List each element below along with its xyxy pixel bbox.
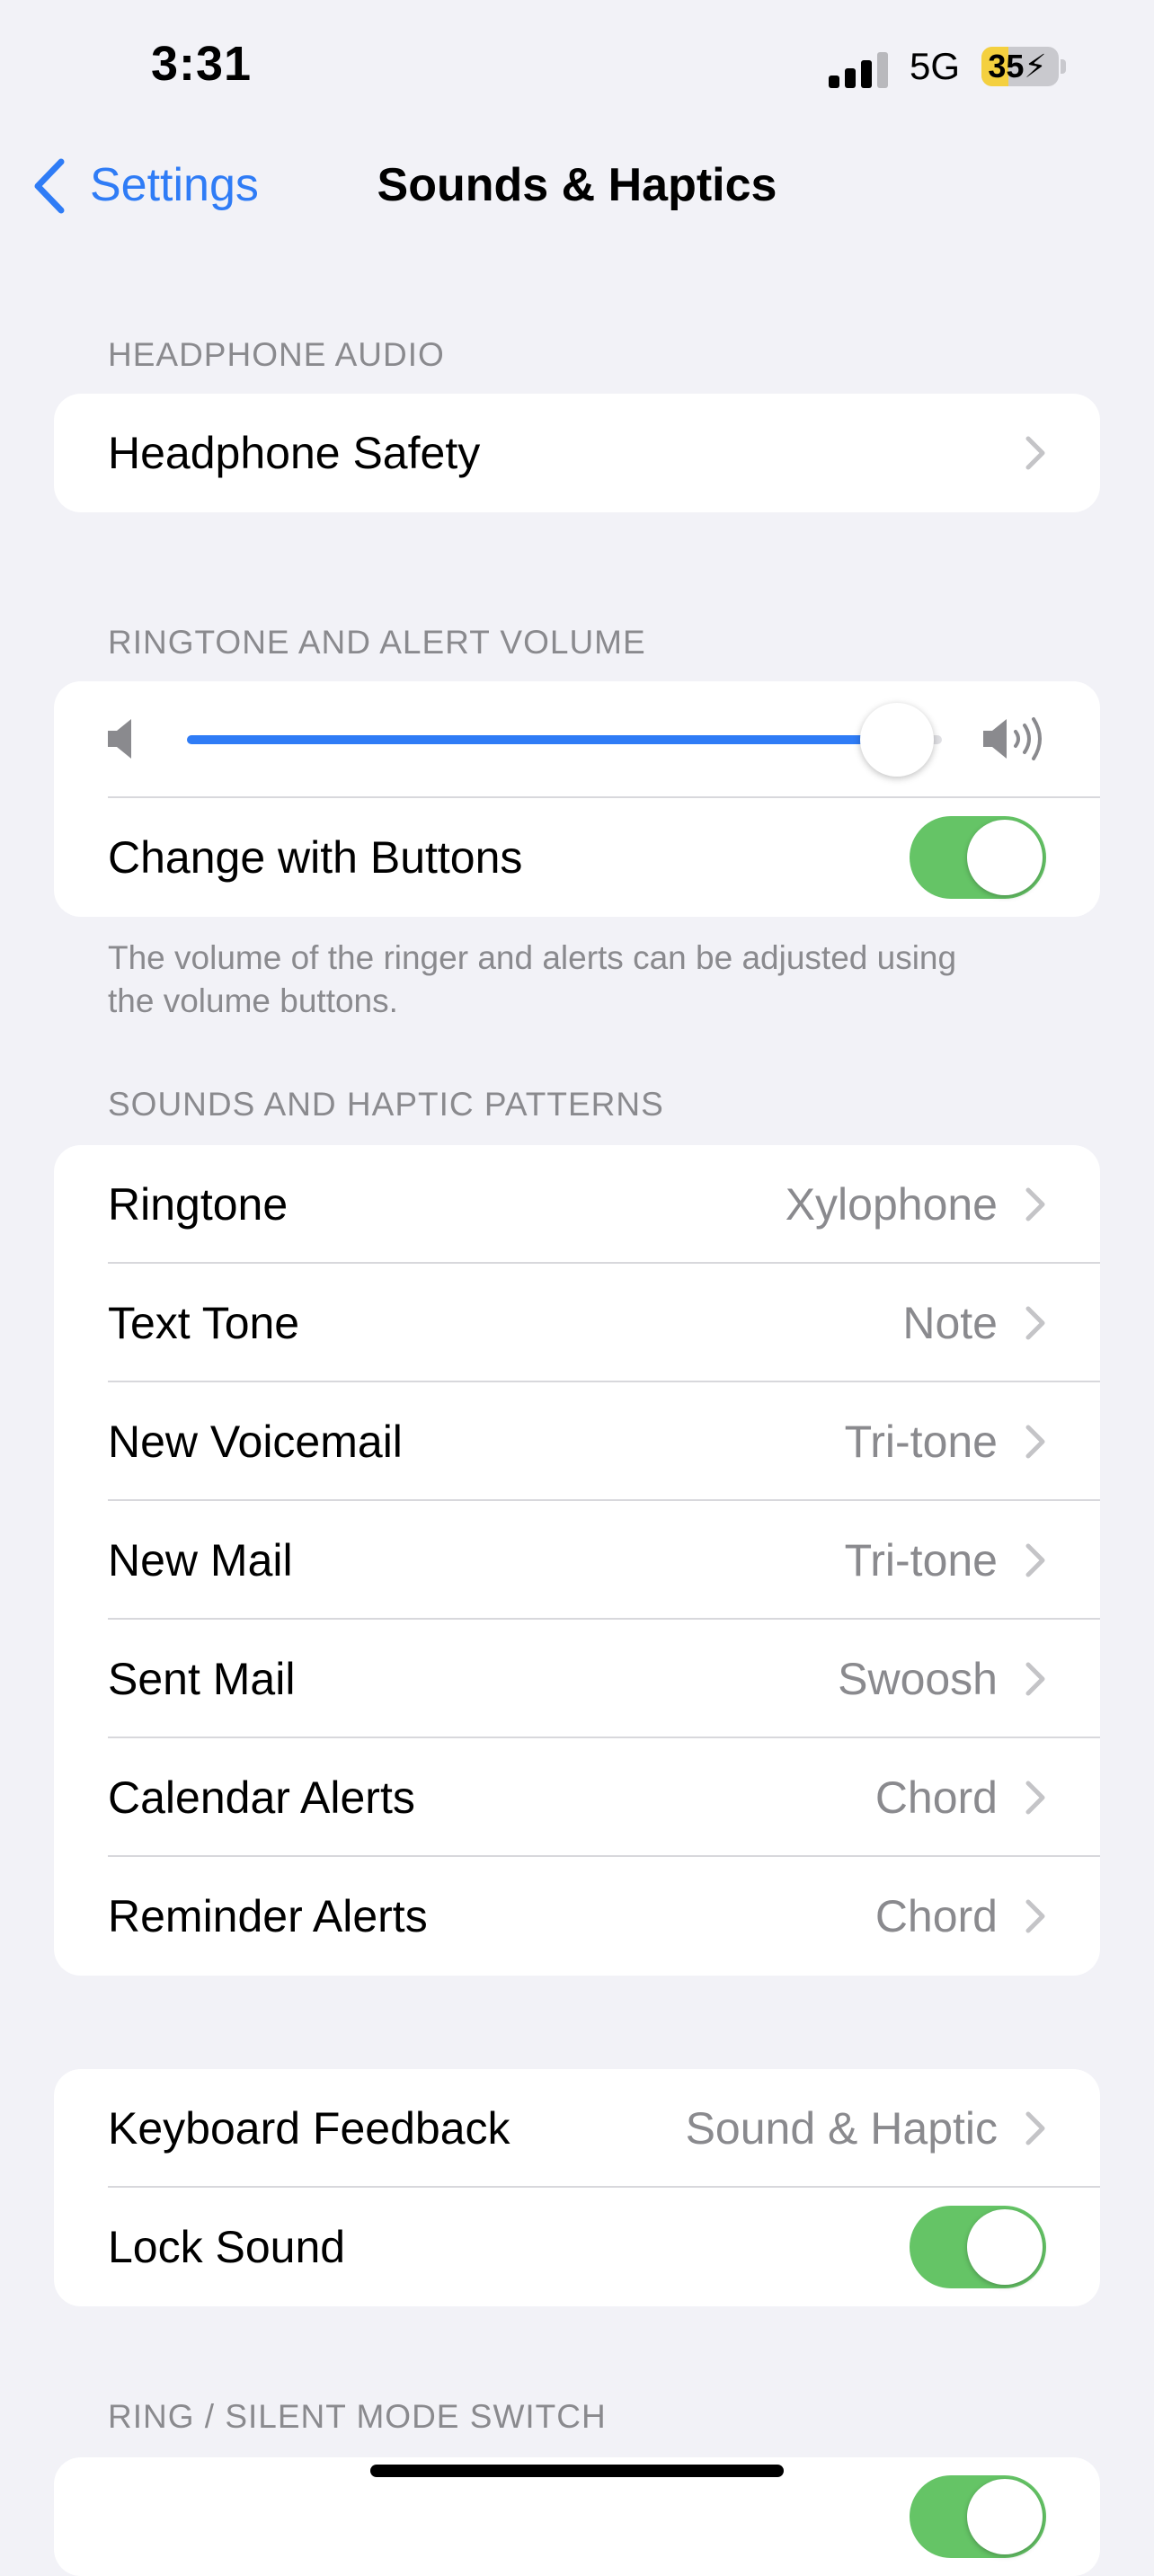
new-voicemail-row[interactable]: New Voicemail Tri-tone (54, 1382, 1100, 1501)
chevron-right-icon (1025, 1306, 1045, 1340)
volume-slider-thumb[interactable] (859, 703, 934, 777)
network-type: 5G (910, 45, 961, 87)
battery-percent: 35⚡ (988, 48, 1047, 84)
volume-slider-fill (187, 735, 897, 744)
row-label: Reminder Alerts (108, 1891, 428, 1941)
row-value: Chord (874, 1891, 998, 1941)
row-label: Text Tone (108, 1298, 300, 1348)
volume-footer-text: The volume of the ringer and alerts can … (108, 939, 957, 1019)
lock-sound-toggle[interactable] (910, 2206, 1046, 2288)
volume-card: Change with Buttons (54, 681, 1100, 917)
chevron-right-icon (1025, 2111, 1045, 2145)
text-tone-row[interactable]: Text Tone Note (54, 1264, 1100, 1382)
row-label: Lock Sound (108, 2222, 346, 2272)
chevron-right-icon (1025, 1543, 1045, 1577)
row-value: Tri-tone (844, 1535, 998, 1586)
ring-silent-toggle[interactable] (910, 2475, 1046, 2558)
chevron-right-icon (1025, 1899, 1045, 1933)
row-label: Keyboard Feedback (108, 2103, 510, 2154)
battery-nub (1061, 59, 1066, 74)
status-time: 3:31 (151, 37, 253, 91)
toggle-knob (967, 820, 1043, 895)
row-label: Ringtone (108, 1179, 288, 1230)
keyboard-feedback-row[interactable]: Keyboard Feedback Sound & Haptic (54, 2069, 1100, 2188)
row-label: Sent Mail (108, 1654, 296, 1704)
speaker-low-icon (108, 719, 131, 759)
row-label: Change with Buttons (108, 832, 523, 883)
headphone-audio-card: Headphone Safety (54, 394, 1100, 512)
page-title: Sounds & Haptics (377, 159, 777, 211)
speaker-high-icon (983, 717, 1042, 760)
lock-sound-row: Lock Sound (54, 2188, 1100, 2306)
home-indicator (370, 2465, 784, 2477)
ringtone-row[interactable]: Ringtone Xylophone (54, 1145, 1100, 1264)
chevron-right-icon (1025, 1187, 1045, 1221)
toggle-knob (967, 2479, 1043, 2554)
sent-mail-row[interactable]: Sent Mail Swoosh (54, 1620, 1100, 1738)
section-header-ring-silent: RING / SILENT MODE SWITCH (108, 2398, 607, 2435)
chevron-right-icon (1025, 436, 1045, 470)
toggle-knob (967, 2209, 1043, 2285)
row-label: Headphone Safety (108, 428, 481, 478)
section-header-ringtone-volume: RINGTONE AND ALERT VOLUME (108, 624, 646, 661)
chevron-right-icon (1025, 1425, 1045, 1459)
feedback-card: Keyboard Feedback Sound & Haptic Lock So… (54, 2069, 1100, 2306)
section-header-headphone-audio: HEADPHONE AUDIO (108, 336, 445, 373)
row-value: Tri-tone (844, 1417, 998, 1467)
headphone-safety-row[interactable]: Headphone Safety (54, 394, 1100, 512)
chevron-right-icon (1025, 1662, 1045, 1696)
row-label: New Voicemail (108, 1417, 403, 1467)
cellular-signal-icon (829, 52, 888, 88)
new-mail-row[interactable]: New Mail Tri-tone (54, 1501, 1100, 1620)
volume-slider-row (54, 681, 1100, 798)
section-header-sound-patterns: SOUNDS AND HAPTIC PATTERNS (108, 1086, 664, 1123)
row-value: Sound & Haptic (685, 2103, 998, 2154)
change-with-buttons-toggle[interactable] (910, 816, 1046, 899)
row-value: Swoosh (838, 1654, 998, 1704)
calendar-alerts-row[interactable]: Calendar Alerts Chord (54, 1738, 1100, 1857)
row-value: Chord (874, 1772, 998, 1823)
row-label: Calendar Alerts (108, 1772, 415, 1823)
volume-slider[interactable] (187, 703, 942, 777)
row-label: New Mail (108, 1535, 293, 1586)
chevron-right-icon (1025, 1781, 1045, 1815)
sound-patterns-card: Ringtone Xylophone Text Tone Note New Vo… (54, 1145, 1100, 1976)
battery-icon: 35⚡ (981, 47, 1059, 86)
change-with-buttons-row: Change with Buttons (54, 798, 1100, 917)
row-value: Note (902, 1298, 998, 1348)
reminder-alerts-row[interactable]: Reminder Alerts Chord (54, 1857, 1100, 1976)
row-value: Xylophone (785, 1179, 998, 1230)
